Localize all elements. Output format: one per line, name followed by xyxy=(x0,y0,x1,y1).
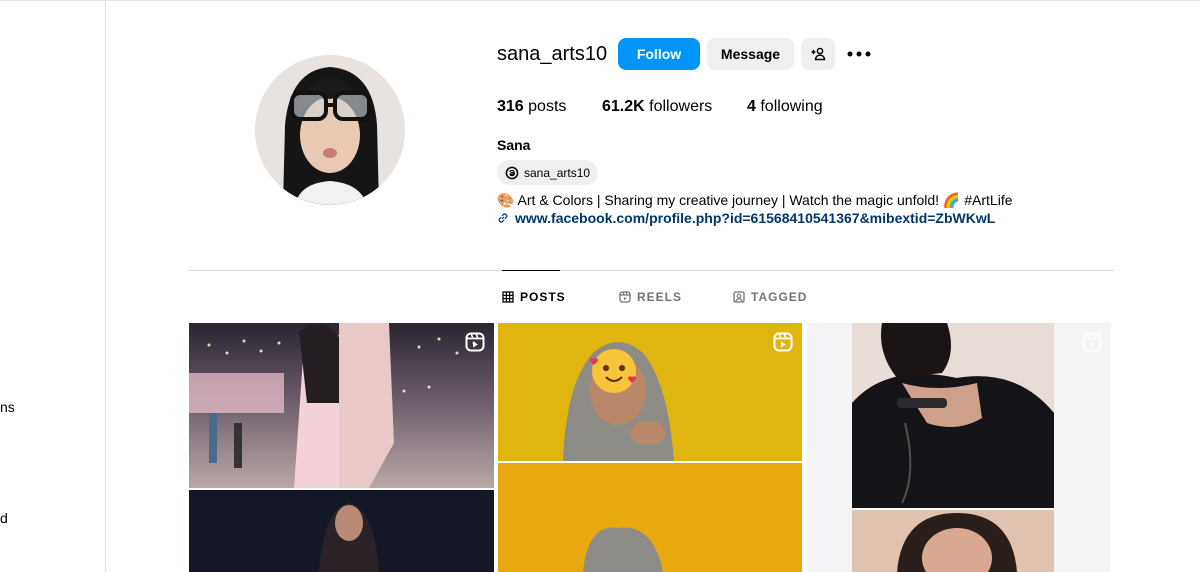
sidebar: ns d xyxy=(0,1,106,572)
link-icon xyxy=(498,213,508,223)
post-tile[interactable] xyxy=(189,323,494,572)
following-count-value: 4 xyxy=(747,98,756,115)
posts-count: 316 posts xyxy=(497,98,566,116)
post-thumbnail xyxy=(189,323,494,572)
tab-tagged[interactable]: TAGGED xyxy=(733,290,807,304)
profile-username: sana_arts10 xyxy=(497,43,608,65)
follow-button[interactable]: Follow xyxy=(618,38,700,70)
profile-avatar[interactable] xyxy=(255,55,405,205)
post-thumbnail xyxy=(498,323,802,572)
grid-icon xyxy=(502,291,514,303)
tab-tagged-label: TAGGED xyxy=(751,290,808,304)
followers-count[interactable]: 61.2K followers xyxy=(602,98,712,116)
tab-reels[interactable]: REELS xyxy=(619,290,682,304)
tab-posts[interactable]: POSTS xyxy=(502,290,566,304)
suggested-users-button[interactable] xyxy=(801,38,835,70)
more-options-button[interactable] xyxy=(845,42,873,66)
tab-posts-label: POSTS xyxy=(520,290,566,304)
reel-icon xyxy=(465,332,485,352)
profile-full-name: Sana xyxy=(497,137,531,153)
threads-handle: sana_arts10 xyxy=(524,165,591,180)
posts-count-value: 316 xyxy=(497,98,524,115)
tabs-divider xyxy=(188,270,1114,271)
tab-reels-label: REELS xyxy=(637,290,683,304)
more-options-icon xyxy=(847,51,871,57)
sidebar-item-label[interactable]: ns xyxy=(0,399,15,415)
post-tile[interactable] xyxy=(807,323,1111,572)
following-count-label: following xyxy=(760,98,823,115)
window-top-border xyxy=(0,0,1200,1)
active-tab-indicator xyxy=(502,270,560,271)
profile-bio: 🎨 Art & Colors | Sharing my creative jou… xyxy=(497,192,1013,208)
threads-badge[interactable]: sana_arts10 xyxy=(497,160,599,185)
profile-link-text: www.facebook.com/profile.php?id=61568410… xyxy=(515,210,996,226)
following-count[interactable]: 4 following xyxy=(747,98,823,116)
threads-icon xyxy=(505,166,519,179)
tagged-icon xyxy=(733,291,745,303)
reels-icon xyxy=(619,291,631,303)
reel-icon xyxy=(773,332,793,352)
avatar-photo xyxy=(255,55,405,205)
reel-icon xyxy=(1082,332,1102,352)
profile-link[interactable]: www.facebook.com/profile.php?id=61568410… xyxy=(497,210,995,226)
message-button[interactable]: Message xyxy=(707,38,794,70)
followers-count-label: followers xyxy=(649,98,713,115)
followers-count-value: 61.2K xyxy=(602,98,645,115)
sidebar-item-label[interactable]: d xyxy=(0,510,8,526)
posts-count-label: posts xyxy=(528,98,567,115)
post-tile[interactable] xyxy=(498,323,802,572)
add-user-icon xyxy=(811,47,826,61)
post-thumbnail xyxy=(807,323,1111,572)
